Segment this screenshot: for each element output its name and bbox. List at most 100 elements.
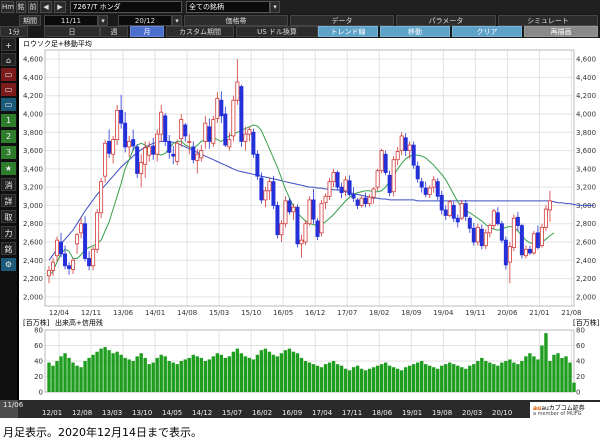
detail-button[interactable]: 詳	[1, 194, 16, 207]
candle-body	[363, 197, 368, 205]
save-icon[interactable]: ⌂	[1, 53, 16, 66]
volume-bar	[428, 365, 432, 392]
arrow-left-icon[interactable]: ◀	[40, 1, 52, 13]
usd-convert-button[interactable]: US ドル換算	[236, 26, 318, 37]
stock-list-button[interactable]: 銘	[16, 1, 26, 13]
left-tool-sidebar: + ⌂ ▭ ▭ ▭ 1 2 3 ★ 消 詳 取 力 銘 ⚙	[0, 38, 17, 418]
trend-line-button[interactable]: トレンド線	[318, 26, 378, 37]
tab-interval-week[interactable]: 週	[100, 26, 128, 37]
stock-button[interactable]: 銘	[1, 242, 16, 255]
volume-tick-label: 80	[34, 327, 43, 335]
layout-2-button[interactable]: 2	[1, 130, 16, 143]
y-tick-label: 4,600	[23, 56, 43, 64]
period-to-dropdown-icon[interactable]: ▾	[172, 15, 182, 26]
erase-button[interactable]: 消	[1, 178, 16, 191]
volume-bar	[464, 368, 468, 392]
candle-body	[411, 144, 416, 166]
line-chart-icon[interactable]: ▭	[1, 83, 16, 96]
universe-select[interactable]: 全ての銘柄	[186, 1, 270, 13]
volume-bar	[119, 354, 123, 392]
volume-bar	[215, 353, 220, 392]
tab-interval-1min[interactable]: 1分	[0, 26, 28, 37]
tab-data[interactable]: データ	[290, 15, 394, 26]
x-tick-label: 13/06	[113, 309, 134, 317]
arrow-right-icon[interactable]: ▶	[54, 1, 66, 13]
timeline-label: 16/02	[252, 409, 273, 417]
tab-simulate[interactable]: シミュレート	[498, 15, 598, 26]
volume-bar	[560, 357, 564, 392]
candle-body	[87, 258, 92, 267]
crosshair-icon[interactable]: +	[1, 38, 16, 51]
volume-bar	[572, 382, 576, 392]
tab-interval-month[interactable]: 月	[130, 26, 164, 37]
price-chart[interactable]: 2,000 2,000 2,200 2,200 2,400 2,400 2,600 2,600…	[19, 38, 600, 318]
candle-body	[211, 119, 216, 144]
volume-bar	[532, 356, 536, 392]
candle-body	[139, 162, 144, 174]
stock-code-field[interactable]: 7267/T ホンダ	[70, 1, 182, 13]
y-tick-label: 2,200	[23, 275, 43, 283]
candle-body	[51, 261, 56, 271]
period-to-field[interactable]: 20/12	[118, 15, 172, 26]
custom-period-button[interactable]: カスタム期間	[166, 26, 234, 37]
candle-body	[187, 141, 192, 143]
trade-button[interactable]: 取	[1, 210, 16, 223]
volume-bar	[159, 354, 163, 392]
layout-1-button[interactable]: 1	[1, 114, 16, 127]
volume-bar	[107, 350, 111, 392]
candle-body	[67, 265, 72, 269]
volume-bar	[411, 364, 416, 392]
volume-bar	[500, 362, 504, 392]
volume-bar	[291, 351, 296, 392]
volume-bar	[484, 361, 488, 392]
candle-body	[151, 145, 156, 155]
y-tick-label-right: 4,400	[576, 74, 596, 82]
chevron-down-icon[interactable]: ▾	[270, 1, 280, 13]
tab-interval-day[interactable]: 日	[44, 26, 100, 37]
volume-bar	[51, 365, 55, 392]
timeline-label: 20/10	[492, 409, 513, 417]
flag-icon[interactable]: ▭	[1, 98, 16, 111]
volume-bar	[179, 361, 183, 392]
volume-bar	[516, 364, 520, 392]
volume-bar	[544, 333, 548, 392]
period-from-dropdown-icon[interactable]: ▾	[98, 15, 108, 26]
candle-body	[155, 133, 160, 155]
candle-body	[131, 139, 136, 147]
tab-parameter[interactable]: パラメータ	[396, 15, 496, 26]
candle-body	[391, 159, 396, 193]
indicator-icon[interactable]: ▭	[1, 68, 16, 81]
y-tick-label: 3,800	[23, 129, 43, 137]
timeline-scrollbar[interactable]: 11/06 12/01 12/08 13/03 13/10 14/05 14/12 15/07…	[0, 400, 600, 418]
previous-stock-button[interactable]: 前	[28, 1, 38, 13]
volume-bar	[115, 351, 119, 392]
volume-bar	[111, 353, 115, 392]
volume-bar	[347, 370, 352, 392]
volume-bar	[548, 361, 552, 392]
timeline-label: 14/05	[162, 409, 183, 417]
volume-bar	[63, 353, 67, 392]
candle-body	[455, 217, 460, 223]
home-button[interactable]: Hm	[1, 1, 14, 13]
y-tick-label: 3,000	[23, 202, 43, 210]
move-button[interactable]: 移動	[380, 26, 450, 37]
candle-body	[267, 181, 272, 192]
tab-price-band[interactable]: 価格帯	[184, 15, 288, 26]
timeline-label: 19/01	[402, 409, 423, 417]
volume-bar	[452, 364, 456, 392]
candle-body	[175, 142, 180, 162]
volume-bar	[383, 362, 388, 392]
clear-button[interactable]: クリア	[452, 26, 522, 37]
gear-icon[interactable]: ⚙	[1, 258, 16, 271]
redraw-button[interactable]: 再描画	[524, 26, 598, 37]
input-button[interactable]: 力	[1, 226, 16, 239]
layout-3-button[interactable]: 3	[1, 146, 16, 159]
volume-bar	[183, 359, 187, 392]
period-from-field[interactable]: 11/11	[44, 15, 98, 26]
volume-chart[interactable]: 0 0 20 20 40 40 60 60 80 80	[19, 326, 600, 398]
candle-body	[471, 227, 476, 243]
volume-bar	[263, 348, 268, 392]
volume-bar	[191, 354, 195, 392]
star-icon[interactable]: ★	[1, 162, 16, 175]
volume-bar	[335, 364, 340, 392]
